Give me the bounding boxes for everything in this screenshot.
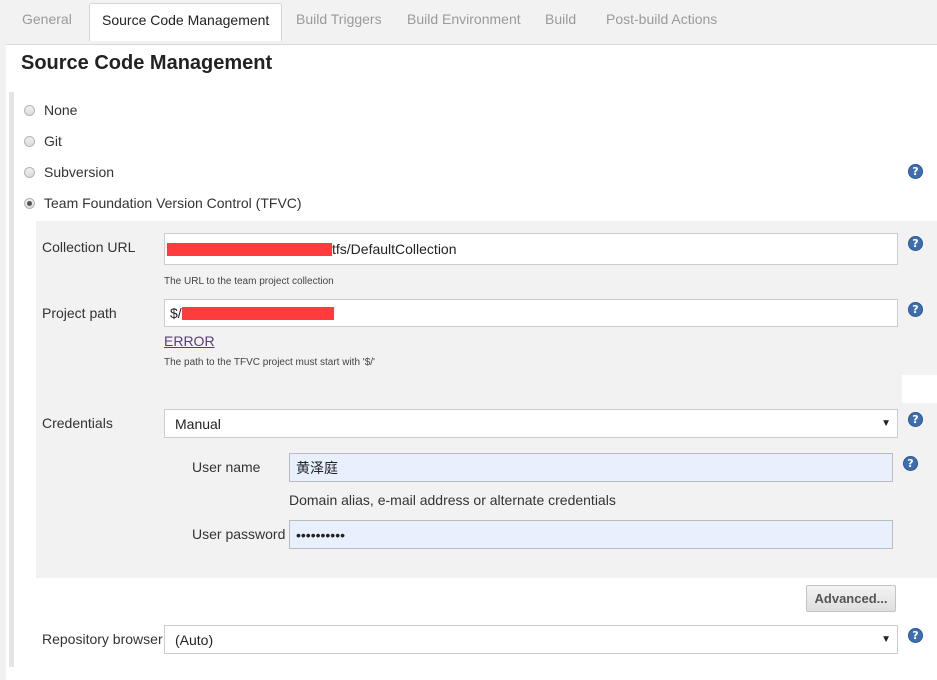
- radio-option-tfvc[interactable]: Team Foundation Version Control (TFVC): [24, 193, 302, 213]
- radio-label: None: [44, 102, 78, 118]
- radio-button[interactable]: [24, 166, 35, 178]
- panel-gap: [902, 375, 937, 403]
- radio-option-none[interactable]: None: [24, 100, 77, 120]
- radio-label: Git: [44, 133, 62, 149]
- project-path-field[interactable]: $/: [164, 299, 898, 327]
- tab-bar: General Source Code Management Build Tri…: [0, 0, 937, 41]
- project-path-label: Project path: [42, 305, 117, 321]
- user-password-value: ••••••••••: [296, 526, 346, 543]
- credentials-select[interactable]: Manual ▼: [164, 409, 898, 438]
- help-icon[interactable]: ?: [908, 164, 923, 179]
- help-icon[interactable]: ?: [908, 236, 923, 251]
- repository-browser-label: Repository browser: [42, 631, 163, 647]
- user-password-label: User password: [192, 526, 286, 542]
- radio-button[interactable]: [24, 104, 35, 116]
- redacted-text: [167, 242, 332, 256]
- radio-option-subversion[interactable]: Subversion: [24, 162, 114, 182]
- radio-label: Team Foundation Version Control (TFVC): [44, 195, 302, 211]
- project-path-hint: The path to the TFVC project must start …: [164, 357, 375, 368]
- project-path-prefix: $/: [170, 305, 182, 321]
- user-password-field[interactable]: ••••••••••: [289, 520, 893, 549]
- tab-general[interactable]: General: [22, 0, 72, 38]
- credentials-label: Credentials: [42, 415, 113, 431]
- help-icon[interactable]: ?: [908, 628, 923, 643]
- tab-post-build-actions[interactable]: Post-build Actions: [606, 0, 717, 38]
- redacted-text: [181, 306, 334, 320]
- tab-build-triggers[interactable]: Build Triggers: [296, 0, 382, 38]
- credentials-selected-value: Manual: [175, 415, 221, 432]
- collection-url-value: tfs/DefaultCollection: [332, 241, 457, 257]
- radio-button[interactable]: [24, 135, 35, 147]
- collection-url-label: Collection URL: [42, 239, 136, 255]
- user-name-hint: Domain alias, e-mail address or alternat…: [289, 492, 616, 508]
- repository-browser-select[interactable]: (Auto) ▼: [164, 625, 898, 654]
- section-indent-bar: [9, 92, 14, 667]
- tab-build[interactable]: Build: [545, 0, 576, 38]
- tab-source-code-management[interactable]: Source Code Management: [89, 3, 283, 41]
- advanced-button[interactable]: Advanced...: [806, 585, 896, 612]
- user-name-field[interactable]: 黄泽庭: [289, 453, 893, 482]
- radio-option-git[interactable]: Git: [24, 131, 62, 151]
- error-link[interactable]: ERROR: [164, 333, 215, 349]
- help-icon[interactable]: ?: [908, 412, 923, 427]
- user-name-label: User name: [192, 459, 261, 475]
- help-icon[interactable]: ?: [908, 302, 923, 317]
- radio-button-selected[interactable]: [24, 197, 35, 209]
- repository-browser-selected-value: (Auto): [175, 631, 214, 648]
- tab-build-environment[interactable]: Build Environment: [407, 0, 521, 38]
- dropdown-arrow-icon: ▼: [881, 634, 891, 645]
- collection-url-hint: The URL to the team project collection: [164, 276, 334, 287]
- collection-url-field[interactable]: tfs/DefaultCollection: [164, 233, 898, 265]
- user-name-value: 黄泽庭: [296, 459, 338, 476]
- help-icon[interactable]: ?: [903, 456, 918, 471]
- radio-label: Subversion: [44, 164, 115, 180]
- dropdown-arrow-icon: ▼: [881, 418, 891, 429]
- page-title: Source Code Management: [21, 52, 273, 74]
